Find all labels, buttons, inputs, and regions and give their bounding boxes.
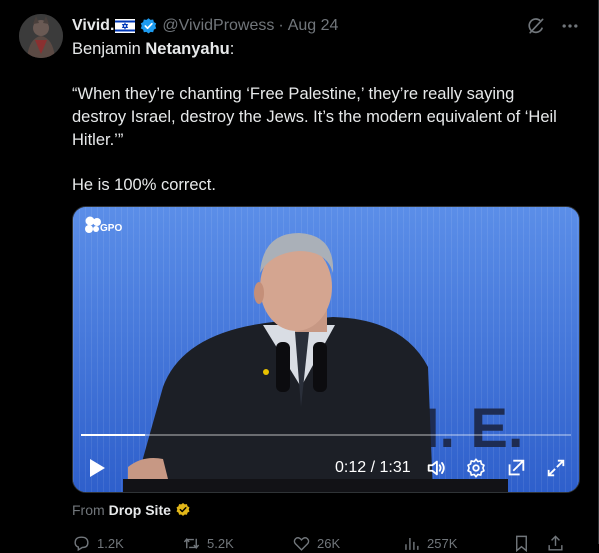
video-progress-bar[interactable]: [81, 434, 571, 436]
views-count: 257K: [427, 535, 458, 551]
source-name[interactable]: Drop Site: [109, 502, 171, 518]
fullscreen-icon[interactable]: [545, 457, 567, 479]
speaker-last-name: Netanyahu: [145, 40, 230, 58]
grok-icon[interactable]: [525, 15, 547, 37]
avatar[interactable]: [19, 14, 63, 58]
gpo-label: GPO: [100, 223, 123, 234]
reply-count: 1.2K: [97, 535, 124, 551]
video-source: From Drop Site: [72, 502, 191, 518]
like-count: 26K: [317, 535, 341, 551]
separator-dot: ·: [278, 17, 284, 34]
verified-badge-icon[interactable]: [139, 17, 158, 36]
author-name[interactable]: Vivid.: [72, 17, 114, 35]
gpo-watermark: GPO: [83, 215, 122, 235]
more-options-icon[interactable]: [559, 15, 581, 37]
like-button[interactable]: 26K: [292, 534, 402, 553]
popout-icon[interactable]: [505, 457, 527, 479]
bookmark-icon: [516, 535, 527, 552]
israel-flag-icon: [115, 19, 136, 33]
reply-button[interactable]: 1.2K: [72, 534, 182, 553]
repost-count: 5.2K: [207, 535, 234, 551]
video-time: 0:12 / 1:31: [335, 459, 411, 476]
volume-icon[interactable]: [425, 457, 447, 479]
tweet-text: Benjamin Netanyahu: “When they’re chanti…: [72, 38, 572, 197]
reply-icon: [74, 535, 89, 551]
share-icon: [548, 534, 563, 551]
author-handle[interactable]: @VividProwess: [162, 17, 274, 35]
like-icon: [293, 536, 310, 551]
from-label: From: [72, 502, 105, 518]
gold-verified-icon: [175, 502, 191, 518]
video-progress-fill: [81, 434, 145, 436]
views-button[interactable]: 257K: [402, 534, 512, 553]
tweet-top-actions: [525, 15, 581, 37]
text-line-speaker: Benjamin Netanyahu:: [72, 38, 572, 61]
video-player[interactable]: H. E. GPO 0:12 / 1:31: [72, 206, 580, 493]
views-icon: [405, 537, 419, 550]
tweet-actions: 1.2K 5.2K 26K 257K: [72, 533, 581, 553]
tweet-date[interactable]: Aug 24: [288, 17, 339, 35]
repost-icon: [183, 537, 200, 549]
repost-button[interactable]: 5.2K: [182, 534, 292, 553]
video-controls: 0:12 / 1:31: [73, 451, 579, 485]
share-button[interactable]: [546, 534, 576, 553]
tweet-header: Vivid. @VividProwess · Aug 24: [72, 15, 338, 37]
speaker-first-name: Benjamin: [72, 40, 146, 58]
comment-text: He is 100% correct.: [72, 176, 216, 194]
play-icon[interactable]: [87, 457, 107, 479]
settings-icon[interactable]: [465, 457, 487, 479]
quote-text: “When they’re chanting ‘Free Palestine,’…: [72, 85, 557, 149]
speaker-colon: :: [229, 40, 235, 58]
bookmark-button[interactable]: [512, 534, 546, 553]
